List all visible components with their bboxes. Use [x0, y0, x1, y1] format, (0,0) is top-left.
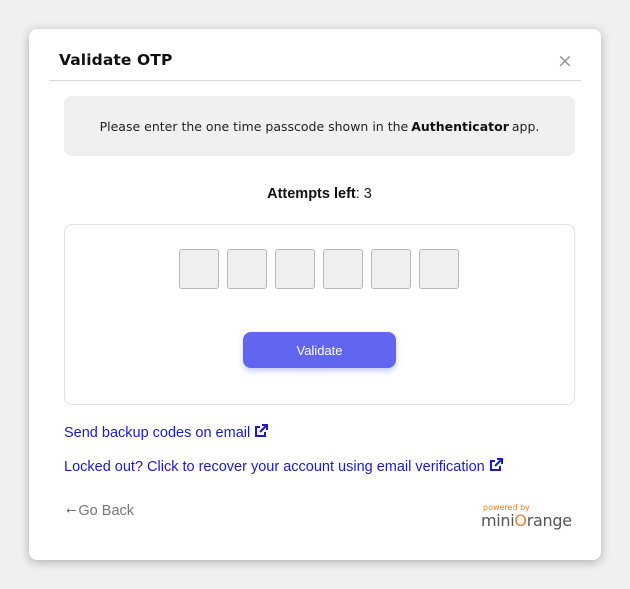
send-backup-codes-label: Send backup codes on email: [64, 425, 251, 441]
instruction-text-before: Please enter the one time passcode shown…: [99, 118, 409, 134]
otp-digit-1[interactable]: [179, 249, 219, 289]
otp-entry-panel: Validate: [64, 224, 575, 405]
arrow-left-icon: ⭠: [66, 501, 77, 517]
header-divider: [49, 80, 581, 81]
otp-digit-2[interactable]: [227, 249, 267, 289]
recover-account-link[interactable]: Locked out? Click to recover your accoun…: [64, 458, 503, 475]
dialog-title: Validate OTP: [59, 51, 173, 69]
brand-end: range: [526, 511, 572, 530]
close-icon[interactable]: ×: [557, 52, 573, 71]
otp-digit-3[interactable]: [275, 249, 315, 289]
brand-wordmark: miniOrange: [481, 511, 572, 530]
brand-start: mini: [481, 511, 515, 530]
attempts-count: 3: [363, 186, 372, 202]
attempts-separator: :: [355, 186, 364, 202]
go-back-label: Go Back: [78, 503, 135, 519]
validate-button[interactable]: Validate: [243, 332, 396, 368]
otp-digit-4[interactable]: [323, 249, 363, 289]
validate-otp-dialog: Validate OTP × Please enter the one time…: [29, 29, 601, 560]
attempts-left: Attempts left: 3: [29, 186, 610, 202]
go-back-link[interactable]: ⭠ Go Back: [66, 501, 135, 520]
otp-digit-5[interactable]: [371, 249, 411, 289]
authenticator-app-name: Authenticator: [411, 118, 509, 134]
instruction-text-after: app.: [511, 118, 540, 134]
external-link-icon: [255, 424, 269, 437]
instruction-box: Please enter the one time passcode shown…: [64, 96, 575, 156]
otp-digit-6[interactable]: [419, 249, 459, 289]
attempts-label: Attempts left: [267, 186, 356, 202]
recover-account-label: Locked out? Click to recover your accoun…: [64, 459, 485, 475]
miniorange-logo: powered by miniOrange: [481, 503, 573, 531]
brand-o: O: [514, 511, 527, 530]
external-link-icon: [489, 458, 503, 471]
send-backup-codes-link[interactable]: Send backup codes on email: [64, 424, 269, 441]
